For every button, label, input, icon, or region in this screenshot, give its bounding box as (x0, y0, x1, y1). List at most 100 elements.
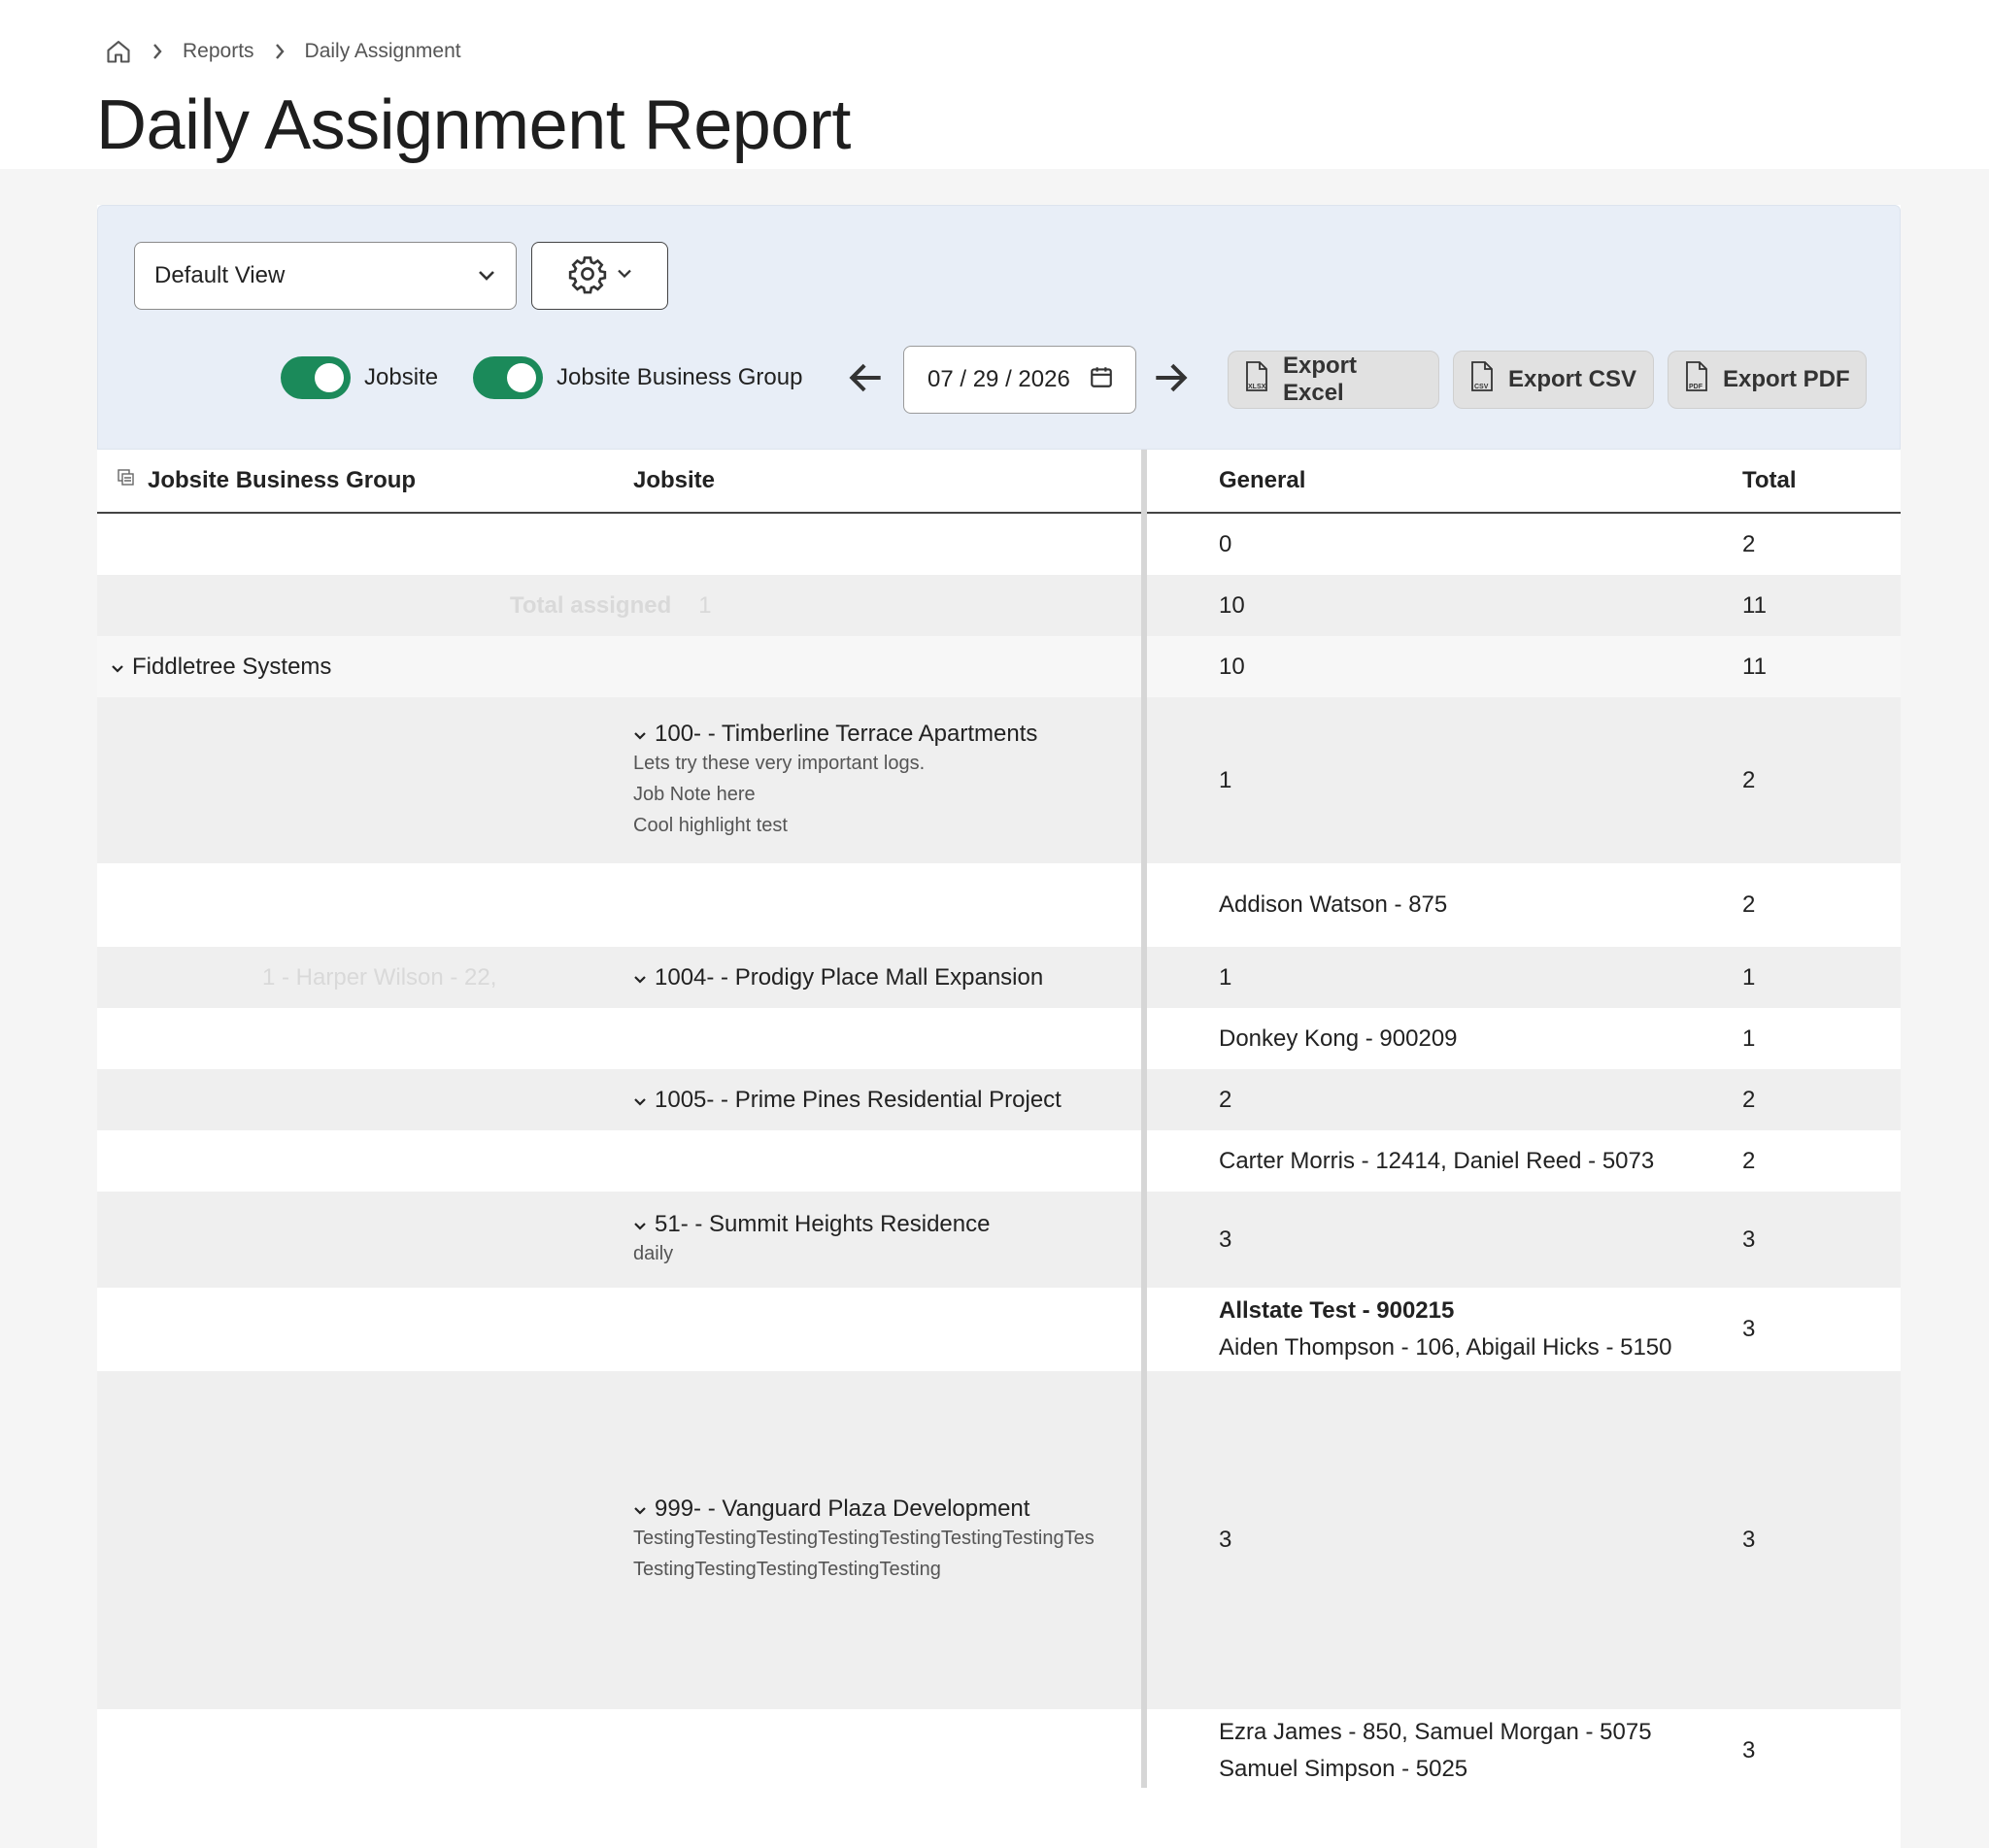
chevron-down-icon[interactable] (633, 1211, 647, 1238)
jobsite-toggle[interactable]: 999- - Vanguard Plaza Development (633, 1495, 1095, 1523)
toggle-jobsite-business-group[interactable]: Jobsite Business Group (473, 354, 802, 401)
export-pdf-label: Export PDF (1723, 366, 1850, 392)
jobsite-cell: 1005- - Prime Pines Residential Project (633, 1069, 1138, 1130)
chevron-right-icon (150, 41, 165, 62)
jobsite-toggle[interactable]: 1005- - Prime Pines Residential Project (633, 1087, 1062, 1114)
chevron-down-icon[interactable] (633, 1087, 647, 1114)
export-excel-button[interactable]: XLSX Export Excel (1228, 351, 1439, 409)
home-icon[interactable] (105, 38, 132, 65)
general-cell: 3 (1219, 1226, 1232, 1253)
chevron-down-icon[interactable] (633, 1495, 647, 1523)
toggle-switch[interactable] (281, 356, 351, 399)
table-row: Total assigned 1 10 11 (97, 575, 1901, 636)
report-table: Jobsite Business Group Jobsite General T… (97, 450, 1901, 1793)
jobsite-toggle[interactable]: 100- - Timberline Terrace Apartments (633, 721, 1037, 748)
table-row: 100- - Timberline Terrace Apartments Let… (97, 697, 1901, 863)
header-general[interactable]: General (1219, 450, 1305, 512)
total-assigned-count: 1 (698, 591, 712, 619)
jobsite-toggle[interactable]: 1004- - Prodigy Place Mall Expansion (633, 964, 1043, 991)
column-group-icon (117, 467, 136, 494)
total-cell: 1 (1742, 1025, 1756, 1052)
xlsx-file-icon: XLSX (1244, 360, 1269, 400)
export-excel-label: Export Excel (1283, 353, 1358, 406)
total-cell: 3 (1742, 1737, 1756, 1764)
assignment-names: Aiden Thompson - 106, Abigail Hicks - 51… (1219, 1334, 1672, 1361)
view-select-value: Default View (154, 262, 286, 288)
chevron-down-icon[interactable] (633, 964, 647, 991)
chevron-down-icon (616, 267, 633, 285)
toggle-jobsite[interactable]: Jobsite (281, 354, 438, 401)
breadcrumb: Reports Daily Assignment (105, 35, 461, 68)
table-row: Donkey Kong - 900209 1 (97, 1008, 1901, 1069)
general-cell: Ezra James - 850, Samuel Morgan - 5075 S… (1219, 1709, 1724, 1793)
jobsite-name: 1004- - Prodigy Place Mall Expansion (655, 963, 1044, 991)
table-row: 0 2 (97, 514, 1901, 575)
date-input[interactable]: 07 / 29 / 2026 (903, 346, 1136, 414)
chevron-down-icon[interactable] (633, 721, 647, 748)
arrow-left-icon[interactable] (845, 356, 892, 403)
group-name: Fiddletree Systems (132, 653, 332, 680)
jobsite-cell: 999- - Vanguard Plaza Development Testin… (633, 1371, 1138, 1709)
table-row: Ezra James - 850, Samuel Morgan - 5075 S… (97, 1709, 1901, 1793)
table-row: Carter Morris - 12414, Daniel Reed - 507… (97, 1130, 1901, 1192)
total-cell: 3 (1742, 1226, 1756, 1253)
general-cell: 1 (1219, 766, 1232, 793)
export-csv-label: Export CSV (1508, 366, 1637, 392)
total-cell: 3 (1742, 1316, 1756, 1342)
breadcrumb-reports[interactable]: Reports (183, 40, 254, 63)
export-csv-button[interactable]: CSV Export CSV (1453, 351, 1654, 409)
table-row: Allstate Test - 900215 Aiden Thompson - … (97, 1288, 1901, 1371)
total-assigned-label: Total assigned (510, 591, 672, 619)
jobsite-name: 51- - Summit Heights Residence (655, 1210, 991, 1237)
arrow-right-icon[interactable] (1149, 356, 1196, 403)
jobsite-toggle[interactable]: 51- - Summit Heights Residence (633, 1211, 990, 1238)
page-header: Reports Daily Assignment Daily Assignmen… (0, 0, 1989, 169)
pinned-column-divider[interactable] (1141, 450, 1147, 1788)
settings-button[interactable] (531, 242, 668, 310)
table-row: Addison Watson - 875 2 (97, 863, 1901, 947)
total-cell: 2 (1742, 891, 1756, 918)
toggle-jobsite-label: Jobsite (364, 364, 439, 390)
header-jobsite[interactable]: Jobsite (633, 450, 715, 512)
table-row: 1005- - Prime Pines Residential Project … (97, 1069, 1901, 1130)
breadcrumb-daily-assignment: Daily Assignment (304, 40, 461, 62)
faded-assignment-text: 1 - Harper Wilson - 22, (262, 963, 497, 991)
group-cell[interactable]: Fiddletree Systems (111, 636, 577, 697)
header-group-label: Jobsite Business Group (148, 467, 417, 493)
table-row: 999- - Vanguard Plaza Development Testin… (97, 1371, 1901, 1709)
view-select[interactable]: Default View (134, 242, 517, 310)
faded-assignment: 1 - Harper Wilson - 22, (262, 947, 612, 1008)
total-cell: 3 (1742, 1527, 1756, 1553)
total-cell: 11 (1742, 591, 1767, 619)
jobsite-note: TestingTestingTestingTestingTestingTesti… (633, 1528, 1095, 1549)
jobsite-note: daily (633, 1242, 674, 1264)
general-cell: 10 (1219, 591, 1245, 619)
total-cell: 2 (1742, 766, 1756, 793)
general-cell: 1 (1219, 963, 1232, 991)
table-row: Fiddletree Systems 10 11 (97, 636, 1901, 697)
csv-file-icon: CSV (1469, 360, 1495, 400)
general-cell: 3 (1219, 1527, 1232, 1553)
jobsite-cell: 51- - Summit Heights Residence daily (633, 1192, 1138, 1288)
table-header: Jobsite Business Group Jobsite General T… (97, 450, 1901, 514)
assignment-names: Samuel Simpson - 5025 (1219, 1756, 1468, 1782)
total-cell: 11 (1742, 653, 1767, 680)
chevron-down-icon (477, 262, 496, 289)
total-cell: 2 (1742, 530, 1756, 557)
header-total[interactable]: Total (1742, 450, 1797, 512)
jobsite-name: 1005- - Prime Pines Residential Project (655, 1086, 1062, 1113)
general-cell: 10 (1219, 653, 1245, 680)
jobsite-cell: 1004- - Prodigy Place Mall Expansion (633, 947, 1138, 1008)
toggle-switch[interactable] (473, 356, 543, 399)
jobsite-name: 100- - Timberline Terrace Apartments (655, 720, 1038, 747)
pdf-file-icon: PDF (1684, 360, 1709, 400)
chevron-down-icon[interactable] (111, 654, 124, 681)
toggle-group-label: Jobsite Business Group (556, 364, 803, 390)
date-value: 07 / 29 / 2026 (927, 366, 1070, 392)
calendar-icon[interactable] (1089, 364, 1114, 396)
assignment-names: Ezra James - 850, Samuel Morgan - 5075 (1219, 1719, 1652, 1745)
export-pdf-button[interactable]: PDF Export PDF (1668, 351, 1867, 409)
svg-text:PDF: PDF (1689, 384, 1703, 390)
general-cell: 0 (1219, 530, 1232, 557)
header-group[interactable]: Jobsite Business Group (117, 450, 416, 512)
